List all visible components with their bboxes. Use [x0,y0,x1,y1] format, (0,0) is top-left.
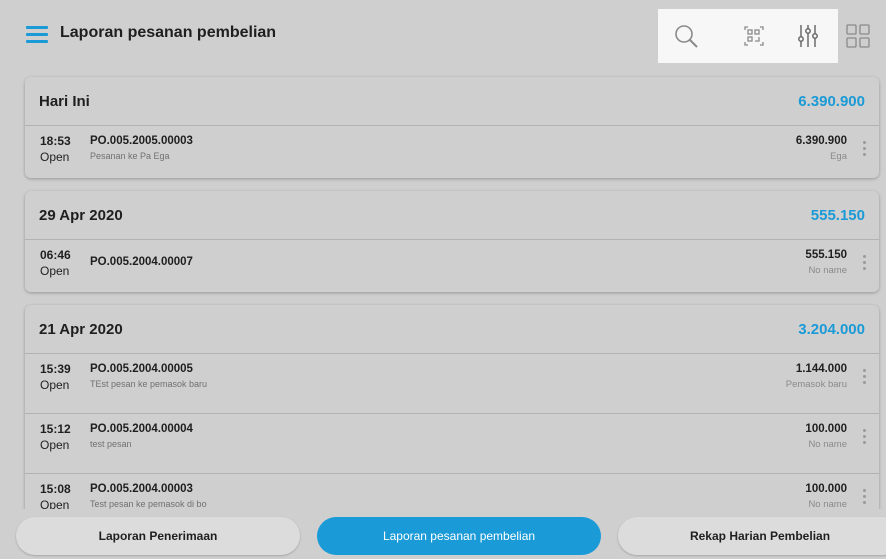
more-vert-icon[interactable] [861,141,867,159]
order-supplier: No name [808,439,847,450]
date-group-header: Hari Ini 6.390.900 [25,77,879,125]
order-time: 15:39 [40,362,71,376]
group-total: 555.150 [810,207,865,224]
page-title: Laporan pesanan pembelian [60,24,277,41]
app-header: Laporan pesanan pembelian [0,0,886,70]
order-time: 06:46 [40,248,71,262]
bottom-tab-bar: Laporan Penerimaan Laporan pesanan pembe… [0,509,886,559]
order-supplier: Ega [830,151,847,162]
group-total: 6.390.900 [798,93,865,110]
tab-laporan-pesanan-pembelian[interactable]: Laporan pesanan pembelian [317,517,601,555]
order-status: Open [40,378,70,392]
order-row[interactable]: 18:53 Open PO.005.2005.00003 Pesanan ke … [25,125,879,178]
order-description: Pesanan ke Pa Ega [90,151,170,161]
order-time: 18:53 [40,134,71,148]
order-description: Test pesan ke pemasok di bo [90,499,207,509]
order-supplier: Pemasok baru [785,379,847,390]
date-group-21-apr: 21 Apr 2020 3.204.000 15:39 Open PO.005.… [25,305,879,535]
tab-rekap-harian-pembelian[interactable]: Rekap Harian Pembelian [618,517,886,555]
order-time: 15:12 [40,422,71,436]
more-vert-icon[interactable] [861,489,867,507]
order-description: TEst pesan ke pemasok baru [90,379,208,389]
group-date: Hari Ini [39,93,90,110]
order-supplier: No name [808,265,847,276]
group-date: 21 Apr 2020 [39,321,123,338]
order-number: PO.005.2004.00005 [90,363,193,375]
order-row[interactable]: 06:46 Open PO.005.2004.00007 555.150 No … [25,239,879,292]
group-total: 3.204.000 [798,321,865,338]
order-amount: 100.000 [805,483,847,495]
order-number: PO.005.2004.00007 [90,256,193,268]
order-number: PO.005.2004.00003 [90,483,193,495]
barcode-scan-icon[interactable] [740,22,768,50]
filter-sliders-icon[interactable] [794,22,822,50]
order-status: Open [40,150,70,164]
order-status: Open [40,438,70,452]
toolbar [658,9,838,63]
grid-view-icon[interactable] [846,24,870,48]
group-date: 29 Apr 2020 [39,207,123,224]
date-group-header: 21 Apr 2020 3.204.000 [25,305,879,353]
order-amount: 100.000 [805,423,847,435]
order-row[interactable]: 15:39 Open PO.005.2004.00005 TEst pesan … [25,353,879,413]
order-amount: 555.150 [805,249,847,261]
date-group-header: 29 Apr 2020 555.150 [25,191,879,239]
search-icon[interactable] [672,22,700,50]
menu-icon[interactable] [26,26,48,43]
more-vert-icon[interactable] [861,429,867,447]
tab-laporan-penerimaan[interactable]: Laporan Penerimaan [16,517,300,555]
date-group-today: Hari Ini 6.390.900 18:53 Open PO.005.200… [25,77,879,178]
order-number: PO.005.2004.00004 [90,423,193,435]
order-amount: 1.144.000 [795,363,847,375]
order-time: 15:08 [40,482,71,496]
order-status: Open [40,264,70,278]
order-row[interactable]: 15:12 Open PO.005.2004.00004 test pesan … [25,413,879,473]
more-vert-icon[interactable] [861,369,867,387]
order-number: PO.005.2005.00003 [90,135,193,147]
order-description: test pesan [90,439,132,449]
date-group-29-apr: 29 Apr 2020 555.150 06:46 Open PO.005.20… [25,191,879,292]
more-vert-icon[interactable] [861,255,867,273]
order-amount: 6.390.900 [795,135,847,147]
